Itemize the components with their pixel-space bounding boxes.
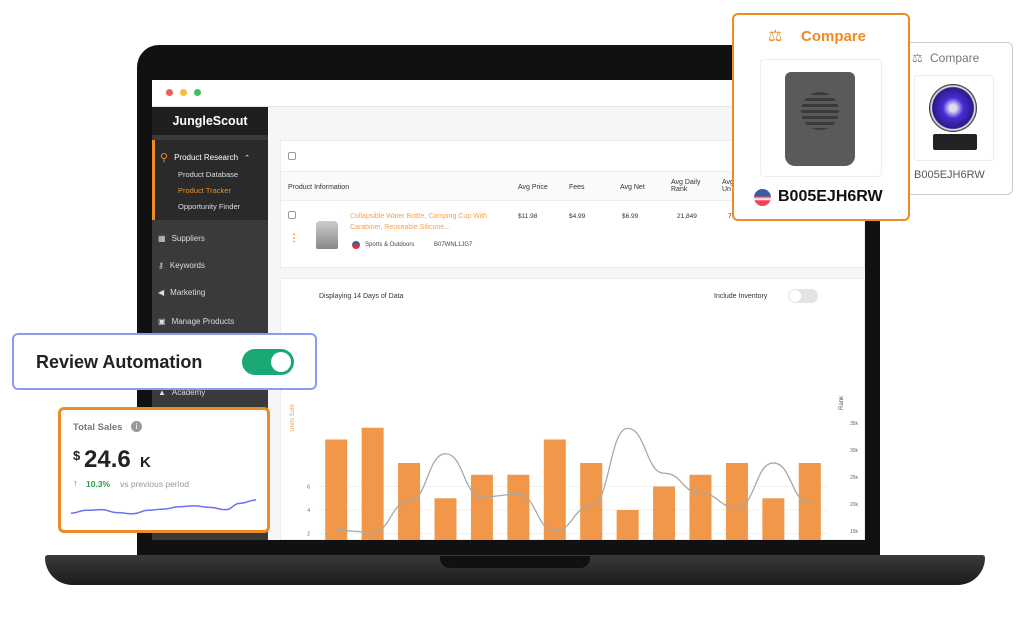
col-product-info[interactable]: Product Information — [288, 184, 349, 191]
bar — [543, 439, 566, 540]
col-avg-price[interactable]: Avg Price — [518, 184, 548, 191]
us-flag-icon — [754, 189, 771, 206]
label: Manage Products — [171, 317, 235, 326]
compare-label-main: Compare — [801, 28, 867, 45]
row-checkbox[interactable] — [288, 211, 296, 219]
bar — [762, 498, 785, 540]
compare-label-back: Compare — [930, 51, 980, 65]
col-avg-daily-rank[interactable]: Avg Daily Rank — [671, 179, 711, 193]
scale-icon: ⚖ — [768, 28, 783, 45]
box-hand-icon: ▣ — [158, 317, 166, 326]
total-sales-card: Total Sales i $ 24.6 K ↑ 10.3% vs previo… — [58, 407, 270, 533]
bar — [616, 510, 639, 540]
y-tick-label: 4 — [307, 508, 310, 514]
product-image-neck-fan — [760, 59, 882, 177]
select-all-checkbox[interactable] — [288, 152, 296, 160]
asin-main: B005EJH6RW — [778, 188, 883, 205]
compare-card-main[interactable]: ⚖ Compare B005EJH6RW — [732, 13, 910, 221]
col-avg-net[interactable]: Avg Net — [620, 184, 645, 191]
y-tick-label: 2 — [307, 532, 310, 538]
key-icon: ⚷ — [158, 261, 164, 270]
y2-axis-label: Rank — [839, 395, 845, 410]
bar — [653, 486, 676, 540]
review-automation-label: Review Automation — [36, 352, 203, 372]
sidebar-item-product-research[interactable]: ⚲ Product Research ⌃ — [160, 151, 250, 164]
bar — [798, 463, 821, 540]
y2-tick-label: 35k — [850, 421, 859, 427]
building-icon: ▦ — [158, 234, 166, 243]
review-automation-toggle[interactable] — [242, 349, 294, 375]
sidebar-section-label: Product Research — [174, 153, 239, 162]
sidebar-item-keywords[interactable]: ⚷ Keywords — [158, 261, 205, 270]
total-sales-unit: K — [140, 454, 151, 471]
product-image-fan — [914, 75, 994, 161]
product-title-link[interactable]: Collapsible Water Bottle, Camping Cup Wi… — [350, 211, 510, 233]
avg-price-value: $11.98 — [518, 213, 538, 220]
y2-tick-label: 20k — [850, 502, 859, 508]
chevron-up-icon: ⌃ — [244, 154, 250, 162]
row-menu-icon[interactable]: ⋮ — [289, 233, 299, 244]
sidebar-subitem-product-tracker[interactable]: Product Tracker — [178, 186, 231, 195]
currency-symbol: $ — [73, 448, 81, 463]
magnifier-icon: ⚲ — [160, 152, 169, 164]
asin-back: B005EJH6RW — [914, 169, 985, 181]
product-asin: B07WNL1JG7 — [434, 242, 473, 248]
total-sales-title: Total Sales — [73, 422, 123, 433]
bar — [725, 463, 748, 540]
bar — [470, 474, 493, 540]
maximize-dot[interactable] — [194, 89, 201, 96]
y-axis-label: Units Sold — [290, 404, 296, 431]
compare-card-back[interactable]: ⚖ Compare B005EJH6RW — [905, 42, 1013, 195]
minimize-dot[interactable] — [180, 89, 187, 96]
logo: JungleScout — [152, 107, 268, 135]
review-automation-card: Review Automation — [12, 333, 317, 390]
sidebar-subitem-product-database[interactable]: Product Database — [178, 170, 238, 179]
sidebar-subitem-opportunity-finder[interactable]: Opportunity Finder — [178, 202, 240, 211]
bar — [434, 498, 457, 540]
col-fees[interactable]: Fees — [569, 184, 585, 191]
sidebar-item-marketing[interactable]: ◀ Marketing — [158, 288, 205, 297]
scale-icon: ⚖ — [912, 51, 923, 65]
y-tick-label: 6 — [307, 485, 310, 491]
label: Keywords — [169, 261, 205, 270]
avg-net-value: $6.99 — [622, 213, 639, 220]
up-arrow-icon: ↑ — [73, 478, 78, 488]
change-percent: 10.3% — [86, 479, 111, 489]
total-sales-value: 24.6 — [84, 446, 131, 473]
info-icon[interactable]: i — [131, 421, 142, 432]
label: Marketing — [170, 288, 206, 297]
product-category: Sports & Outdoors — [365, 242, 415, 248]
avg-daily-rank-value: 21,849 — [677, 213, 697, 220]
sales-sparkline — [71, 499, 257, 515]
bar — [361, 427, 384, 540]
y2-tick-label: 25k — [850, 475, 859, 481]
product-thumbnail[interactable] — [316, 221, 338, 249]
sparkline-path — [71, 499, 257, 515]
sidebar-item-manage-products[interactable]: ▣ Manage Products — [158, 317, 234, 326]
bar — [689, 474, 712, 540]
sidebar-item-suppliers[interactable]: ▦ Suppliers — [158, 234, 205, 243]
us-flag-icon — [352, 241, 360, 249]
megaphone-icon: ◀ — [158, 288, 165, 297]
laptop-notch — [440, 556, 590, 568]
y2-tick-label: 15k — [850, 529, 859, 535]
change-label: vs previous period — [120, 479, 189, 489]
y2-tick-label: 30k — [850, 448, 859, 454]
label: Suppliers — [171, 234, 205, 243]
bar — [325, 439, 348, 540]
fees-value: $4.99 — [569, 213, 586, 220]
close-dot[interactable] — [166, 89, 173, 96]
units-rank-chart: 024615k20k25k30k35kUnits SoldRank04-1404… — [290, 395, 859, 540]
bar — [507, 474, 530, 540]
